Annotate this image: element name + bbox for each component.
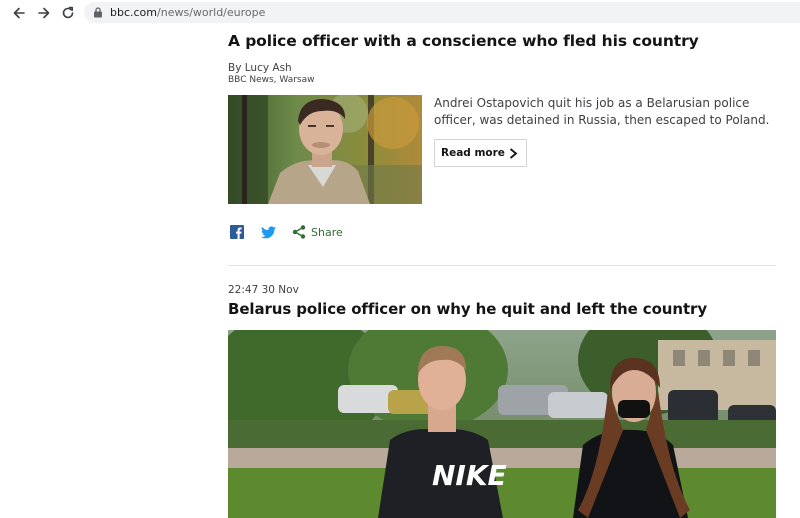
twitter-icon xyxy=(261,225,276,238)
article-headline[interactable]: A police officer with a conscience who f… xyxy=(228,32,699,50)
url-domain: bbc.com xyxy=(110,6,158,19)
arrow-left-icon xyxy=(13,7,25,19)
portrait-photo xyxy=(228,95,422,204)
back-button[interactable] xyxy=(9,3,29,23)
share-icon xyxy=(292,225,306,239)
browser-toolbar: bbc.com/news/world/europe xyxy=(0,0,800,26)
video-thumbnail[interactable]: NIKE xyxy=(228,330,776,518)
video-still: NIKE xyxy=(228,330,776,518)
facebook-share-button[interactable] xyxy=(230,223,244,241)
url-path: /news/world/europe xyxy=(157,6,266,19)
facebook-icon xyxy=(230,225,244,239)
arrow-right-icon xyxy=(38,7,50,19)
twitter-share-button[interactable] xyxy=(261,223,276,241)
reload-button[interactable] xyxy=(58,3,78,23)
article-author: By Lucy Ash xyxy=(228,62,292,74)
read-more-label: Read more xyxy=(441,147,505,159)
article-summary: Andrei Ostapovich quit his job as a Bela… xyxy=(434,96,770,127)
share-button[interactable]: Share xyxy=(292,223,343,241)
forward-button[interactable] xyxy=(34,3,54,23)
lock-icon xyxy=(94,7,102,18)
article-dateline: BBC News, Warsaw xyxy=(228,75,315,85)
reload-icon xyxy=(62,6,74,19)
share-label: Share xyxy=(311,225,343,239)
divider xyxy=(228,265,776,266)
article-thumbnail[interactable] xyxy=(228,95,422,204)
url-text: bbc.com/news/world/europe xyxy=(110,6,265,19)
article-headline-2[interactable]: Belarus police officer on why he quit an… xyxy=(228,300,707,318)
timestamp: 22:47 30 Nov xyxy=(228,284,299,296)
read-more-button[interactable]: Read more xyxy=(434,139,527,167)
address-bar[interactable]: bbc.com/news/world/europe xyxy=(84,2,800,23)
sweatshirt-logo: NIKE xyxy=(432,459,507,492)
chevron-right-icon xyxy=(509,147,518,159)
